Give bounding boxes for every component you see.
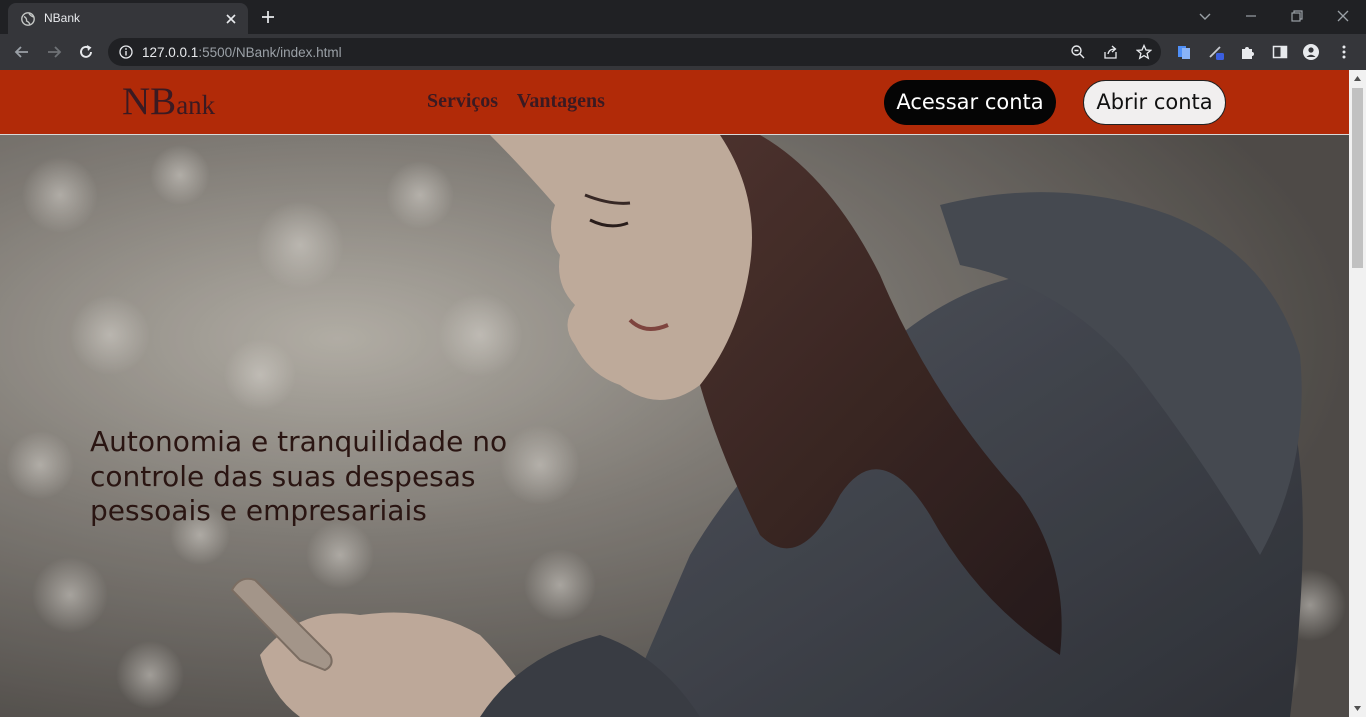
url-path: :5500/NBank/index.html xyxy=(198,45,342,60)
site-info-icon[interactable] xyxy=(119,45,133,59)
logo-suffix: ank xyxy=(176,90,216,120)
browser-tab-bar: NBank xyxy=(0,0,1366,34)
documents-extension-icon[interactable] xyxy=(1176,44,1192,60)
address-bar[interactable]: 127.0.0.1:5500/NBank/index.html xyxy=(108,38,1161,66)
nav-vantagens[interactable]: Vantagens xyxy=(517,90,605,112)
tab-search-icon[interactable] xyxy=(1197,8,1213,24)
nav-servicos[interactable]: Serviços xyxy=(427,90,498,112)
side-panel-icon[interactable] xyxy=(1272,44,1288,60)
close-window-icon[interactable] xyxy=(1335,8,1351,24)
bookmark-star-icon[interactable] xyxy=(1136,44,1152,60)
url-host: 127.0.0.1 xyxy=(142,45,199,60)
hero-section: Autonomia e tranquilidade no controle da… xyxy=(0,135,1349,717)
login-button[interactable]: Acessar conta xyxy=(884,80,1056,125)
reload-icon[interactable] xyxy=(77,43,95,61)
back-icon[interactable] xyxy=(13,43,31,61)
close-tab-icon[interactable] xyxy=(224,12,238,26)
profile-avatar-icon[interactable] xyxy=(1303,44,1319,60)
main-nav: Serviços Vantagens xyxy=(427,90,619,113)
open-account-button[interactable]: Abrir conta xyxy=(1083,80,1226,125)
zoom-icon[interactable] xyxy=(1070,44,1086,60)
browser-tab[interactable]: NBank xyxy=(8,3,248,34)
pen-extension-icon[interactable] xyxy=(1208,44,1224,60)
scrollbar-thumb[interactable] xyxy=(1352,88,1363,268)
logo-initials: NB xyxy=(122,80,177,123)
globe-icon xyxy=(21,12,35,26)
minimize-icon[interactable] xyxy=(1243,8,1259,24)
extensions-puzzle-icon[interactable] xyxy=(1240,44,1256,60)
url-text[interactable]: 127.0.0.1:5500/NBank/index.html xyxy=(142,45,342,60)
restore-icon[interactable] xyxy=(1289,8,1305,24)
tab-title: NBank xyxy=(44,11,81,25)
nbank-logo[interactable]: NBank xyxy=(122,79,215,124)
page-viewport: Autonomia e tranquilidade no controle da… xyxy=(0,70,1349,717)
menu-kebab-icon[interactable] xyxy=(1336,44,1352,60)
page-scrollbar[interactable] xyxy=(1349,70,1366,717)
new-tab-icon[interactable] xyxy=(260,9,276,25)
hero-headline: Autonomia e tranquilidade no controle da… xyxy=(90,425,508,527)
site-header: NBank Serviços Vantagens Acessar conta A… xyxy=(0,70,1349,135)
scroll-up-icon[interactable] xyxy=(1353,74,1362,83)
share-icon[interactable] xyxy=(1103,44,1119,60)
scroll-down-icon[interactable] xyxy=(1353,704,1362,713)
forward-icon[interactable] xyxy=(45,43,63,61)
